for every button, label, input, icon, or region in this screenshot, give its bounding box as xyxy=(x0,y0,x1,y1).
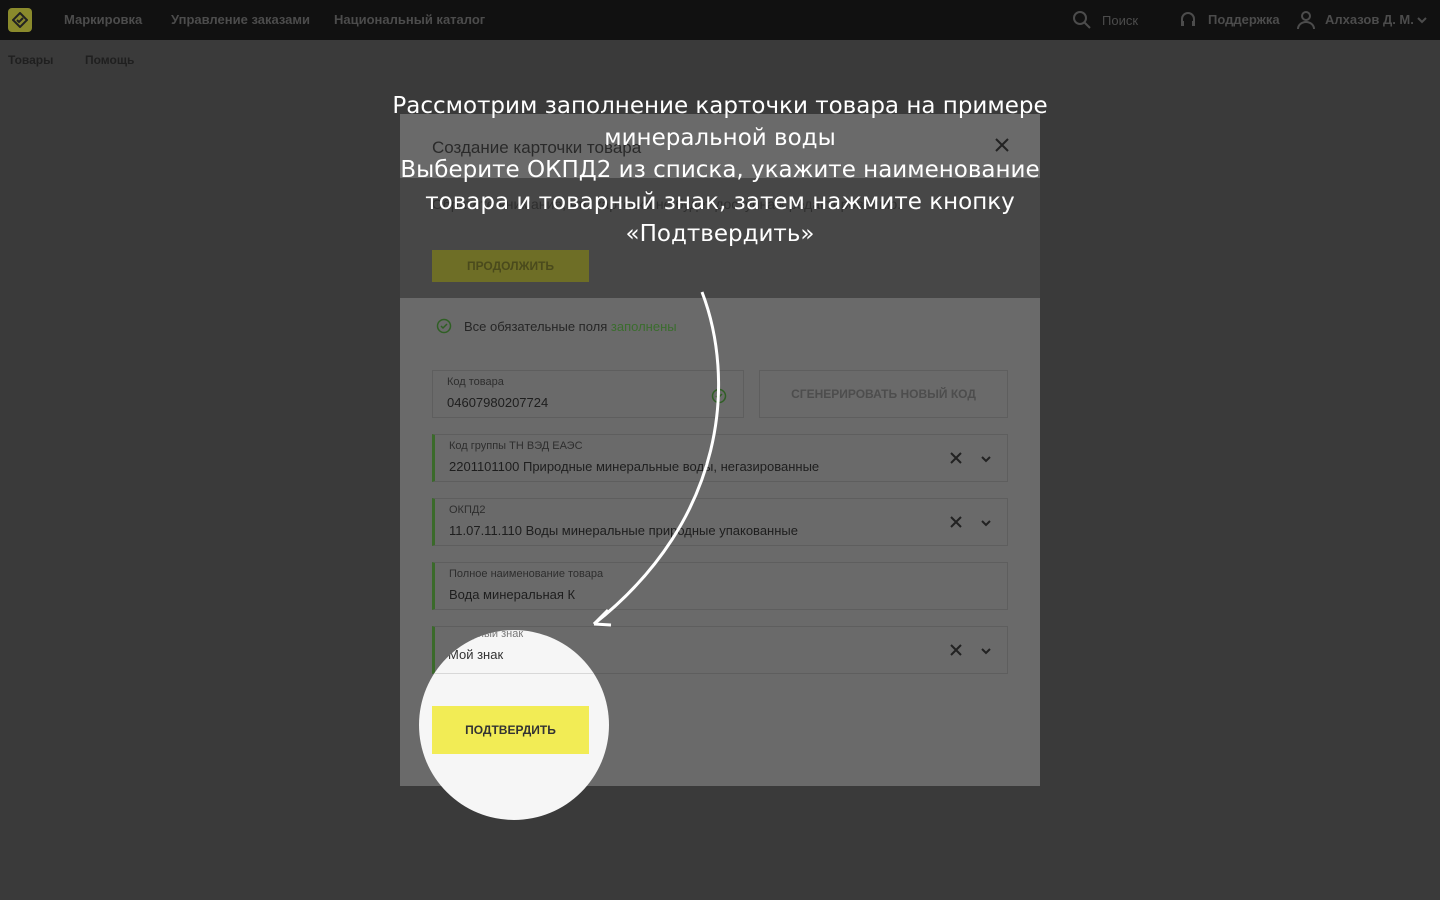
generate-code-button[interactable]: СГЕНЕРИРОВАТЬ НОВЫЙ КОД xyxy=(759,370,1008,418)
user-name[interactable]: Алхазов Д. М. xyxy=(1325,12,1414,27)
chevron-down-icon[interactable] xyxy=(1416,14,1428,26)
tutorial-arrow-icon xyxy=(592,291,720,627)
subnav-help[interactable]: Помощь xyxy=(85,53,134,67)
search-icon[interactable] xyxy=(1072,10,1092,30)
confirm-button[interactable]: ПОДТВЕРДИТЬ xyxy=(432,706,589,754)
search-input[interactable]: Поиск xyxy=(1102,13,1138,28)
clear-icon[interactable] xyxy=(949,643,963,657)
subnav-goods[interactable]: Товары xyxy=(8,53,53,67)
chevron-down-icon[interactable] xyxy=(980,645,992,657)
headset-icon[interactable] xyxy=(1178,10,1198,30)
trademark-value: Мой знак xyxy=(448,647,504,662)
user-icon[interactable] xyxy=(1296,10,1316,30)
tutorial-spotlight: Товарный знак Мой знак ПОДТВЕРДИТЬ xyxy=(419,630,609,820)
product-code-label: Код товара xyxy=(447,376,504,388)
nav-link-national-catalog[interactable]: Национальный каталог xyxy=(334,12,485,27)
okpd2-label: ОКПД2 xyxy=(449,504,486,516)
check-circle-icon xyxy=(436,318,452,334)
clear-icon[interactable] xyxy=(949,515,963,529)
chevron-down-icon[interactable] xyxy=(980,453,992,465)
tutorial-line-2: Выберите ОКПД2 из списка, укажите наимен… xyxy=(400,157,1040,247)
top-navigation-bar: Маркировка Управление заказами Националь… xyxy=(0,0,1440,40)
logo-icon[interactable] xyxy=(8,8,32,32)
continue-button[interactable]: ПРОДОЛЖИТЬ xyxy=(432,250,589,282)
chevron-down-icon[interactable] xyxy=(980,517,992,529)
nav-link-orders[interactable]: Управление заказами xyxy=(171,12,310,27)
full-name-value: Вода минеральная К xyxy=(449,587,576,602)
support-link[interactable]: Поддержка xyxy=(1208,12,1280,27)
clear-icon[interactable] xyxy=(949,451,963,465)
product-code-value: 04607980207724 xyxy=(447,395,549,410)
trademark-label: Товарный знак xyxy=(448,630,524,640)
nav-link-marking[interactable]: Маркировка xyxy=(64,12,142,27)
tutorial-hint: Рассмотрим заполнение карточки товара на… xyxy=(380,90,1060,250)
tutorial-line-1: Рассмотрим заполнение карточки товара на… xyxy=(392,93,1048,151)
